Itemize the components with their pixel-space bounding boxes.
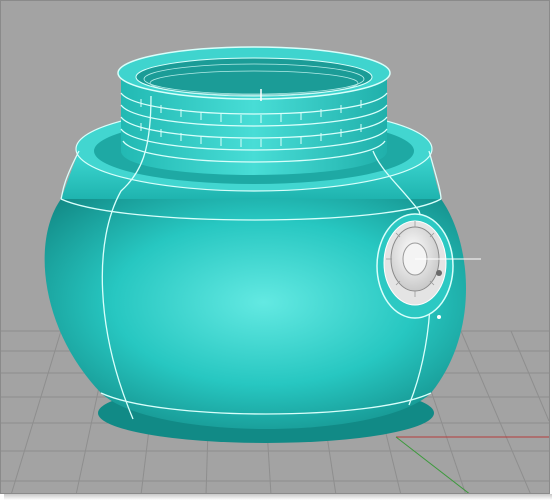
dial-control-point	[437, 315, 441, 319]
jar-model[interactable]	[44, 46, 481, 443]
3d-viewport[interactable]	[0, 0, 550, 494]
y-axis-line	[395, 436, 470, 493]
scene-canvas[interactable]	[1, 1, 550, 494]
screenshot-shadow	[4, 494, 552, 500]
dial-marker	[436, 270, 442, 276]
